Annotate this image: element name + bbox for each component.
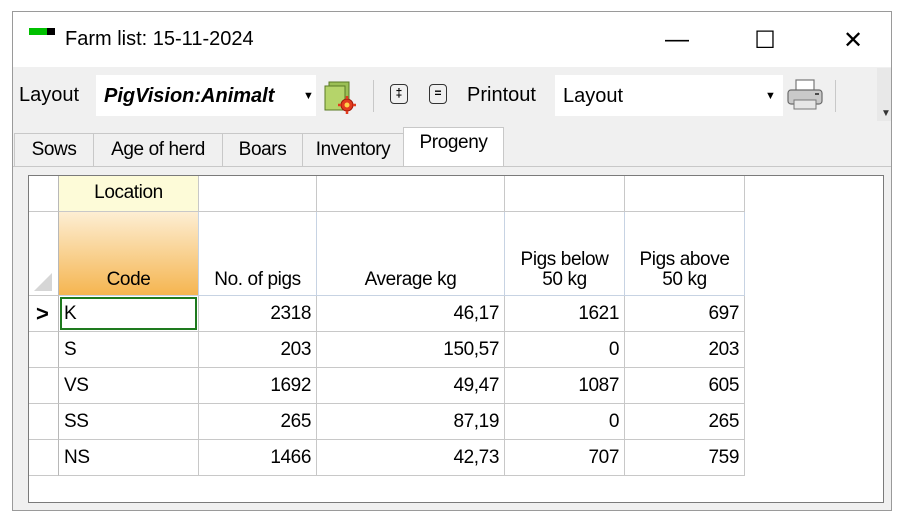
band-header-empty [505,176,625,212]
current-row-marker-icon: > [36,301,49,326]
column-header-line2: Average kg [364,269,457,290]
printout-select[interactable]: Layout ▼ [555,75,783,116]
column-header-line1: Pigs below [520,249,609,270]
layout-select[interactable]: PigVision:Animalt ▼ [96,75,316,116]
close-icon: ✕ [842,26,864,54]
toolbar-separator [835,80,836,112]
table-cell[interactable]: 2318 [199,296,317,332]
table-cell[interactable]: 1466 [199,440,317,476]
table-cell[interactable]: 265 [199,404,317,440]
printout-label: Printout [467,84,536,106]
table-cell[interactable]: 46,17 [317,296,505,332]
farm-list-window: Farm list: 15-11-2024 — ☐ ✕ Layout PigVi… [12,11,892,511]
column-header-4[interactable]: Pigs below 50 kg [505,212,625,296]
printout-select-value: Layout [563,85,624,107]
row-header[interactable] [29,404,59,440]
app-icon [29,28,55,35]
table-cell[interactable]: 265 [625,404,745,440]
chevron-down-icon[interactable]: ▼ [303,90,314,102]
table-cell[interactable]: 605 [625,368,745,404]
table-cell[interactable]: 1621 [505,296,625,332]
band-header-empty [317,176,505,212]
column-header-3[interactable]: Average kg [317,212,505,296]
toolbar-overflow-grip[interactable]: ▼ [877,68,891,121]
settings-report-icon[interactable] [323,80,357,114]
row-header[interactable] [29,332,59,368]
minimize-icon: — [665,26,689,53]
table-cell[interactable]: 42,73 [317,440,505,476]
window-title: Farm list: 15-11-2024 [65,28,254,50]
table-cell[interactable]: VS [59,368,199,404]
column-header-line2: No. of pigs [214,269,301,290]
tab-sows[interactable]: Sows [14,133,94,166]
table-cell[interactable]: 87,19 [317,404,505,440]
maximize-icon: ☐ [754,26,776,54]
column-header-line1: Pigs above [639,249,730,270]
table-cell[interactable]: 203 [625,332,745,368]
column-header-label: Code [59,270,198,290]
table-cell[interactable]: 707 [505,440,625,476]
tab-strip: Sows Age of herd Boars Inventory Progeny [13,123,891,167]
layout-label: Layout [19,84,80,106]
column-header-label: Pigs above 50 kg [625,250,744,290]
progeny-grid: Location Code No. of pigs Average kg Pigs be… [28,175,884,503]
table-cell[interactable]: 0 [505,404,625,440]
maximize-button[interactable]: ☐ [739,20,791,60]
column-header-5[interactable]: Pigs above 50 kg [625,212,745,296]
column-header-2[interactable]: No. of pigs [199,212,317,296]
tab-divider [13,166,891,167]
column-header-line2: 50 kg [542,269,587,290]
table-cell[interactable]: 0 [505,332,625,368]
column-header-line2: 50 kg [662,269,707,290]
tab-inventory[interactable]: Inventory [302,133,404,166]
band-header-location[interactable]: Location [59,176,199,212]
table-cell[interactable]: 697 [625,296,745,332]
minimize-button[interactable]: — [651,20,703,60]
column-header-label: Average kg [317,270,504,290]
table-cell[interactable]: NS [59,440,199,476]
row-header[interactable]: > [29,296,59,332]
select-all-corner[interactable] [29,212,59,296]
band-header-empty [625,176,745,212]
table-cell[interactable]: 49,47 [317,368,505,404]
row-header-corner [29,176,59,212]
tab-age-of-herd[interactable]: Age of herd [93,133,223,166]
table-cell[interactable]: 759 [625,440,745,476]
table-cell[interactable]: SS [59,404,199,440]
column-header-1[interactable]: Code [59,212,199,296]
chevron-down-icon[interactable]: ▼ [765,90,776,102]
table-cell[interactable]: 150,57 [317,332,505,368]
close-button[interactable]: ✕ [827,20,879,60]
collapse-rows-icon[interactable]: = [429,84,447,104]
tab-boars[interactable]: Boars [222,133,303,166]
table-cell[interactable]: S [59,332,199,368]
layout-select-value: PigVision:Animalt [104,85,275,107]
band-header-empty [199,176,317,212]
column-header-label: No. of pigs [199,270,316,290]
row-header[interactable] [29,440,59,476]
overflow-chevron-icon: ▼ [881,108,891,119]
row-header[interactable] [29,368,59,404]
toolbar-separator [373,80,374,112]
corner-triangle-icon [34,273,52,291]
tab-progeny[interactable]: Progeny [403,127,504,167]
column-header-line2: Code [106,269,151,290]
printer-icon[interactable] [785,78,825,112]
column-header-label: Pigs below 50 kg [505,250,624,290]
table-cell[interactable]: K [59,296,199,332]
title-bar[interactable]: Farm list: 15-11-2024 — ☐ ✕ [13,12,891,67]
table-cell[interactable]: 1692 [199,368,317,404]
table-cell[interactable]: 1087 [505,368,625,404]
expand-rows-icon[interactable]: ‡ [390,84,408,104]
toolbar: Layout PigVision:Animalt ▼ ‡ = Printout … [13,68,877,121]
table-cell[interactable]: 203 [199,332,317,368]
